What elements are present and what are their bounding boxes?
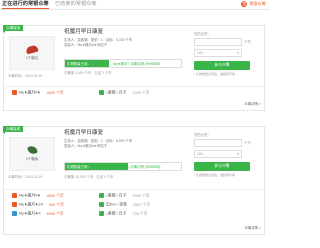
logo: 常 常银众筹 [241,1,266,7]
contributor-name[interactable]: ♪紫薇☆日子 [106,194,127,198]
contributor-name[interactable]: My★魔月#★ [19,91,41,95]
contributor-name[interactable]: 迈Dor☆家葡 [106,203,127,207]
crowdfund-date: 众筹时间：2013.03.19 [8,74,42,78]
contributor-list: My★魔月#★ 4000 个币 ♪紫薇☆日子 2000 个币 My★魔月★Z4 404… [4,189,264,219]
status-ribbon: 众筹接收 [3,25,24,34]
contributor-amount: 4000 个币 [46,90,64,95]
contributor-item: ♪紫薇☆日子 2000 个币 [99,193,150,198]
contributor-item: My★魔月★4 6000 个币 [12,211,64,216]
status-ribbon: 众筹接收 [3,126,24,135]
user-icon [99,202,104,207]
contribute-label: 您的出资： [194,133,211,137]
contributor-item: ♪紫薇☆日子 700 个币 [99,211,147,216]
contributor-item: My★魔月#★ 4000 个币 [12,90,64,95]
contributor-name[interactable]: My★魔月#★ [19,194,41,198]
contributor-amount: 404 个币 [48,202,64,207]
thumb-label: 1个膜兔 [25,157,39,162]
lipstick-icon [25,44,39,55]
contributor-amount: 2500 个币 [132,202,151,207]
contributor-name[interactable]: My★魔月★4 [19,212,41,216]
user-icon [12,193,17,198]
tab-bar: 正在进行的常银众筹 已结束的常银众筹 常 常银众筹 [0,0,270,10]
contributor-amount: 4000 个币 [46,193,64,198]
user-icon [99,90,104,95]
progress-text: 礼物数量已到： [67,165,91,169]
contributor-list: My★魔月#★ 4000 个币 ♪紫薇☆日子 1000 个币 [4,86,264,98]
contributor-item: My★魔月#★ 4000 个币 [12,193,64,198]
details-link[interactable]: 众筹详情 > [245,102,261,106]
gift-thumbnail[interactable]: 1个膜兔 [9,137,55,171]
contribute-amount-select[interactable]: 100 [194,150,242,159]
progress-gift: My★魔月☆手筹礼物 (9999555) [113,62,161,66]
user-icon [99,193,104,198]
progress-text: 礼物数量已到： [67,62,91,66]
join-crowdfund-button[interactable]: 参与众筹 [194,162,250,172]
progress-bar: 礼物数量已到： My★魔月☆手筹礼物 (9999555) [64,162,182,171]
plant-icon [26,145,38,156]
card-initiator: 发起人：My★魔月#★伴侣子 [64,42,107,47]
logo-mark: 常 [241,1,248,7]
user-icon [12,90,17,95]
card-info: 祝魔月早日康复 生效人：嘉颜粥 · 类型：1 · 目标：5,000 个币 发起人… [64,130,182,149]
contributor-item: 迈Dor☆家葡 2500 个币 [99,202,150,207]
contribute-note: * 礼物数量达到后，发起者可得 [194,173,236,178]
contribute-amount-select[interactable]: 100 [194,49,242,58]
user-icon [99,211,104,216]
contributor-amount: 6000 个币 [46,211,64,216]
card-title[interactable]: 祝魔月早日康复 [64,29,182,36]
contributor-amount: 700 个币 [132,211,148,216]
crowdfund-card: 众筹接收 1个膜位 众筹时间：2013.03.19 祝魔月早日康复 生效人：嘉颜… [3,25,265,111]
thumb-label: 1个膜位 [25,55,39,60]
contributor-name[interactable]: ♪紫薇☆日子 [106,212,127,216]
contribute-note: * 礼物数量达到后，发起者可得 [194,72,236,77]
gift-thumbnail[interactable]: 1个膜位 [9,36,55,70]
card-title[interactable]: 祝魔月早日康复 [64,130,182,137]
raised-status: 已筹集 0,000 个币 · 已送 0 个币 [64,71,112,75]
contribute-label: 您的出资： [194,32,211,36]
join-crowdfund-button[interactable]: 参与众筹 [194,61,250,71]
tab-ongoing[interactable]: 正在进行的常银众筹 [2,1,49,10]
card-info: 祝魔月早日康复 生效人：嘉颜粥 · 类型：1 · 目标：5,000 个币 发起人… [64,29,182,48]
crowdfund-card: 众筹接收 1个膜兔 众筹时间：2013.03.19 祝魔月早日康复 生效人：嘉颜… [3,126,265,235]
contribute-amount-input[interactable] [194,139,242,148]
contributor-amount: 1000 个币 [132,90,150,95]
contribute-unit: 个币 [244,141,251,146]
contributor-name[interactable]: ♪紫薇☆日子 [106,91,127,95]
contribute-amount-input[interactable] [194,38,242,47]
logo-text: 常银众筹 [249,1,266,7]
raised-status: 已筹集 10,000 个币 · 已送 0 个币 [64,175,114,179]
user-icon [12,202,17,207]
details-link[interactable]: 众筹详情 > [245,226,261,230]
tab-finished[interactable]: 已结束的常银众筹 [55,1,97,7]
contribute-unit: 个币 [244,40,251,45]
contribute-panel: 您的出资： 个币 100 参与众筹 * 礼物数量达到后，发起者可得 [194,32,260,77]
contributor-item: ♪紫薇☆日子 1000 个币 [99,90,150,95]
card-initiator: 发起人：My★魔月#★伴侣子 [64,143,107,148]
progress-bar: 礼物数量已到： My★魔月☆手筹礼物 (9999555) [64,59,182,68]
contributor-item: My★魔月★Z4 404 个币 [12,202,64,207]
progress-gift: My★魔月☆手筹礼物 (9999555) [113,165,161,169]
crowdfund-date: 众筹时间：2013.03.19 [8,175,42,179]
contributor-amount: 2000 个币 [132,193,150,198]
user-icon [12,211,17,216]
contribute-panel: 您的出资： 个币 100 参与众筹 * 礼物数量达到后，发起者可得 [194,133,260,178]
contributor-name[interactable]: My★魔月★Z4 [19,203,43,207]
